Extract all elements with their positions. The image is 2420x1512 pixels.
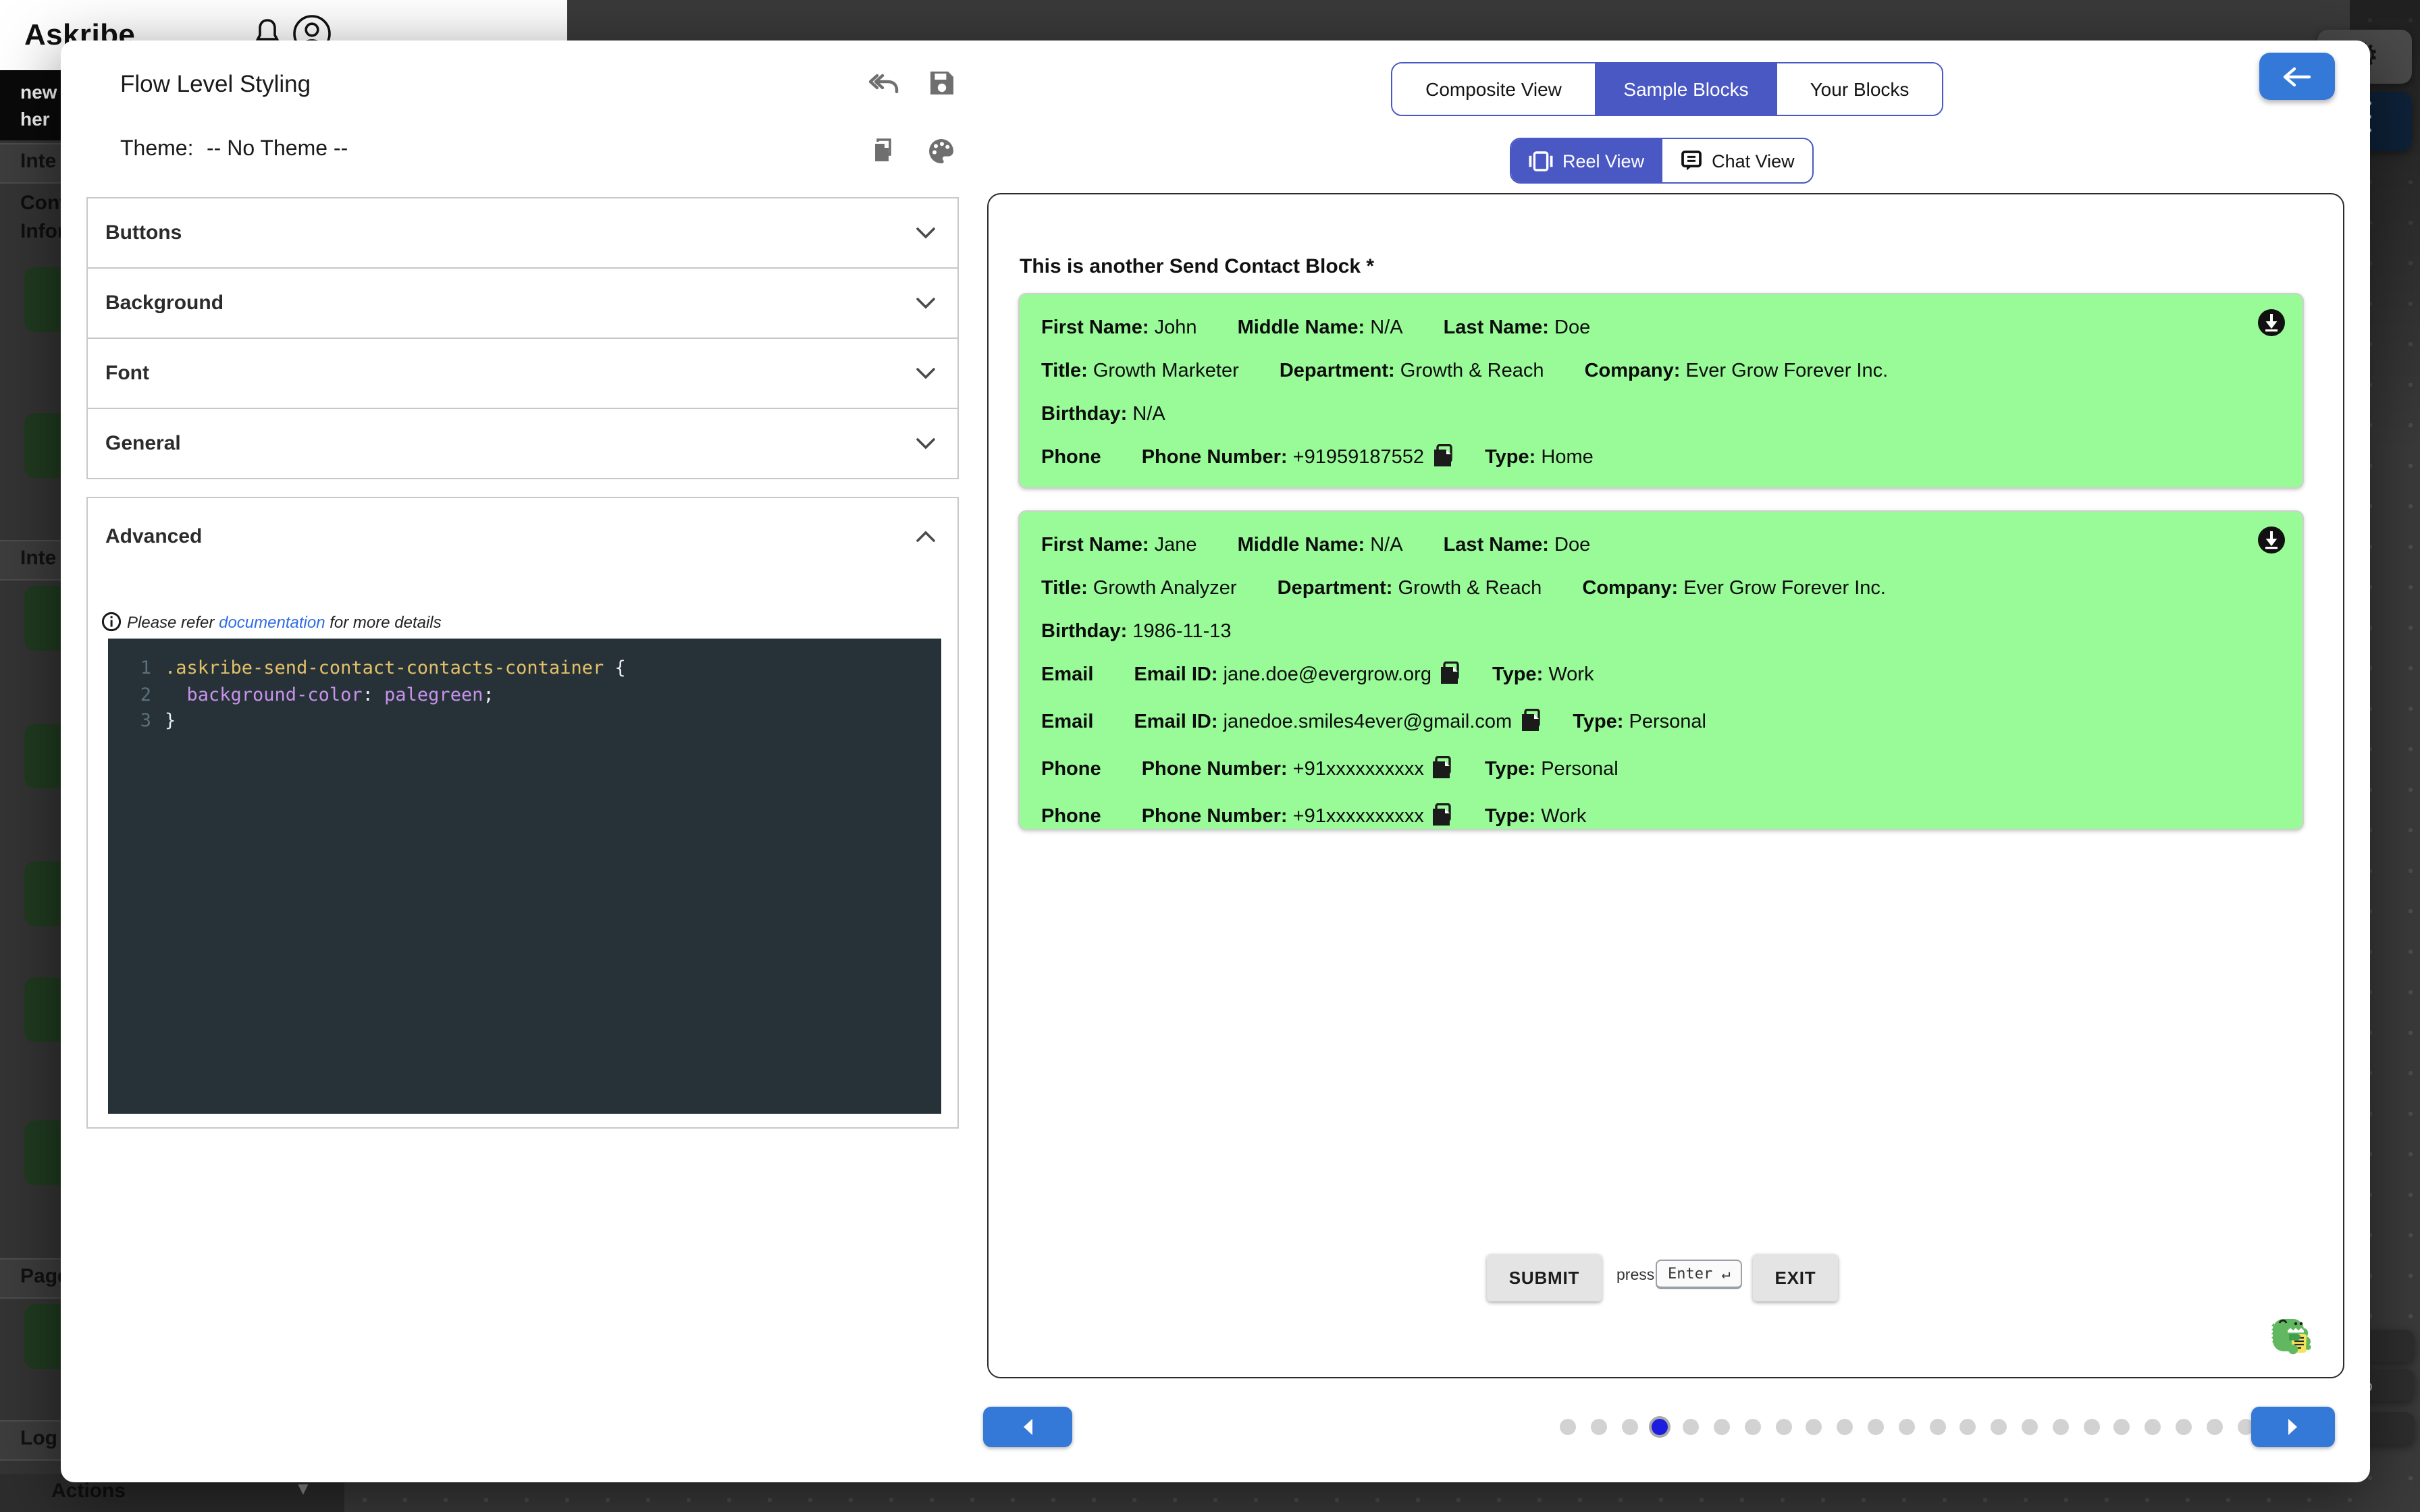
pagination-dot[interactable] xyxy=(1775,1419,1791,1435)
contact-phone-row: Phone Phone Number: +91xxxxxxxxxx Type: … xyxy=(1041,795,2281,842)
toggle-chat-view[interactable]: Chat View xyxy=(1662,139,1812,182)
pagination-dot[interactable] xyxy=(1837,1419,1853,1435)
view-mode-toggle: Reel View Chat View xyxy=(1510,138,1814,184)
pagination-dot[interactable] xyxy=(1683,1419,1699,1435)
copy-icon[interactable] xyxy=(1432,799,1452,842)
chevron-down-icon xyxy=(916,297,936,309)
contact-email-row: Email Email ID: jane.doe@evergrow.org Ty… xyxy=(1041,653,2281,701)
exit-button[interactable]: EXIT xyxy=(1753,1254,1838,1301)
accordion-advanced-panel: Advanced Please refer documentation for … xyxy=(86,497,959,1129)
block-heading: This is another Send Contact Block * xyxy=(1020,255,1374,278)
chevron-up-icon xyxy=(916,530,936,542)
flow-level-styling-modal: Flow Level Styling Theme: -- No Theme --… xyxy=(61,40,2370,1482)
contact-birthday-row: Birthday: N/A xyxy=(1041,393,2281,436)
contact-phone-row: Phone Phone Number: +91959187552 Type: H… xyxy=(1041,436,2281,483)
download-contact-icon[interactable] xyxy=(2257,525,2286,555)
canvas-bottom-strip xyxy=(344,1480,2370,1512)
contact-card: First Name: Jane Middle Name: N/A Last N… xyxy=(1018,510,2304,830)
contact-email-row: Email Email ID: janedoe.smiles4ever@gmai… xyxy=(1041,701,2281,748)
chevron-down-icon xyxy=(916,437,936,450)
theme-select[interactable]: -- No Theme -- xyxy=(207,138,348,162)
contact-org-row: Title: Growth Marketer Department: Growt… xyxy=(1041,350,2281,393)
pagination-dot[interactable] xyxy=(1591,1419,1607,1435)
pagination-dot[interactable] xyxy=(2114,1419,2130,1435)
copy-theme-icon[interactable] xyxy=(868,136,901,169)
documentation-link[interactable]: documentation xyxy=(219,612,325,631)
pagination-dot[interactable] xyxy=(1929,1419,1945,1435)
reel-icon xyxy=(1529,151,1553,171)
save-icon[interactable] xyxy=(926,68,959,100)
accordion-buttons[interactable]: Buttons xyxy=(86,197,959,269)
contact-birthday-row: Birthday: 1986-11-13 xyxy=(1041,610,2281,653)
pagination-next-button[interactable] xyxy=(2251,1407,2335,1447)
theme-label: Theme: xyxy=(120,138,194,162)
contact-card: First Name: John Middle Name: N/A Last N… xyxy=(1018,293,2304,489)
pagination-dot[interactable] xyxy=(2145,1419,2161,1435)
tab-composite-view[interactable]: Composite View xyxy=(1392,63,1595,115)
pagination-dot[interactable] xyxy=(2022,1419,2038,1435)
submit-button[interactable]: SUBMIT xyxy=(1487,1254,1602,1301)
documentation-note: Please refer documentation for more deta… xyxy=(101,612,442,632)
pagination-dot[interactable] xyxy=(1745,1419,1761,1435)
enter-key-hint: Enter ↵ xyxy=(1656,1260,1743,1289)
pagination-dot-active[interactable] xyxy=(1652,1419,1668,1435)
chevron-left-icon xyxy=(1021,1418,1034,1436)
accordion-label: Buttons xyxy=(105,221,182,244)
crocodile-mascot-icon xyxy=(2269,1312,2317,1362)
pagination-prev-button[interactable] xyxy=(983,1407,1072,1447)
accordion-label: General xyxy=(105,432,181,455)
copy-icon[interactable] xyxy=(1432,752,1452,795)
pagination-dot[interactable] xyxy=(2206,1419,2222,1435)
accordion-font[interactable]: Font xyxy=(86,338,959,409)
accordion-label: Advanced xyxy=(105,524,202,547)
pagination-dot[interactable] xyxy=(1560,1419,1576,1435)
back-button[interactable] xyxy=(2259,53,2335,100)
copy-icon[interactable] xyxy=(1432,440,1452,483)
press-hint: press xyxy=(1616,1268,1654,1284)
undo-icon[interactable] xyxy=(868,68,901,100)
download-contact-icon[interactable] xyxy=(2257,308,2286,338)
contact-phone-row: Phone Phone Number: +91xxxxxxxxxx Type: … xyxy=(1041,748,2281,795)
contact-org-row: Title: Growth Analyzer Department: Growt… xyxy=(1041,567,2281,610)
contact-name-row: First Name: John Middle Name: N/A Last N… xyxy=(1041,306,2281,350)
pagination-dot[interactable] xyxy=(1621,1419,1637,1435)
contact-name-row: First Name: Jane Middle Name: N/A Last N… xyxy=(1041,524,2281,567)
pagination-dot[interactable] xyxy=(2083,1419,2099,1435)
pagination-dot[interactable] xyxy=(1806,1419,1822,1435)
tab-sample-blocks[interactable]: Sample Blocks xyxy=(1595,63,1777,115)
chevron-down-icon xyxy=(916,367,936,379)
accordion-label: Font xyxy=(105,362,149,385)
toggle-reel-view[interactable]: Reel View xyxy=(1511,139,1662,182)
pagination-dot[interactable] xyxy=(2176,1419,2192,1435)
arrow-left-icon xyxy=(2282,65,2312,87)
pagination-dots xyxy=(1560,1407,2253,1447)
chevron-right-icon xyxy=(2286,1418,2300,1436)
pagination-dot[interactable] xyxy=(1960,1419,1976,1435)
copy-icon[interactable] xyxy=(1520,705,1540,748)
reel-view-label: Reel View xyxy=(1562,151,1644,171)
pagination-dot[interactable] xyxy=(1991,1419,2007,1435)
accordion-label: Background xyxy=(105,292,223,315)
pagination-dot[interactable] xyxy=(1899,1419,1915,1435)
chevron-down-icon xyxy=(916,227,936,239)
block-preview-panel: This is another Send Contact Block * Fir… xyxy=(987,193,2344,1378)
accordion-background[interactable]: Background xyxy=(86,267,959,339)
view-tabs: Composite View Sample Blocks Your Blocks xyxy=(1391,62,1943,116)
palette-icon[interactable] xyxy=(926,136,959,169)
pagination-dot[interactable] xyxy=(1868,1419,1884,1435)
pagination-dot[interactable] xyxy=(1714,1419,1730,1435)
actions-label: Actions xyxy=(51,1480,126,1503)
screen: ⚙ % Askribe new her Inte Conv Infor Stat… xyxy=(0,0,2420,1512)
tab-your-blocks[interactable]: Your Blocks xyxy=(1777,63,1942,115)
css-code-editor[interactable]: 1.askribe-send-contact-contacts-containe… xyxy=(108,639,941,1114)
accordion-general[interactable]: General xyxy=(86,408,959,479)
pagination-dot[interactable] xyxy=(2053,1419,2069,1435)
modal-title: Flow Level Styling xyxy=(120,70,311,99)
chat-view-label: Chat View xyxy=(1712,151,1795,171)
chat-icon xyxy=(1679,150,1702,171)
info-icon xyxy=(101,612,122,632)
accordion-advanced[interactable]: Advanced xyxy=(88,498,957,574)
copy-icon[interactable] xyxy=(1440,657,1460,701)
